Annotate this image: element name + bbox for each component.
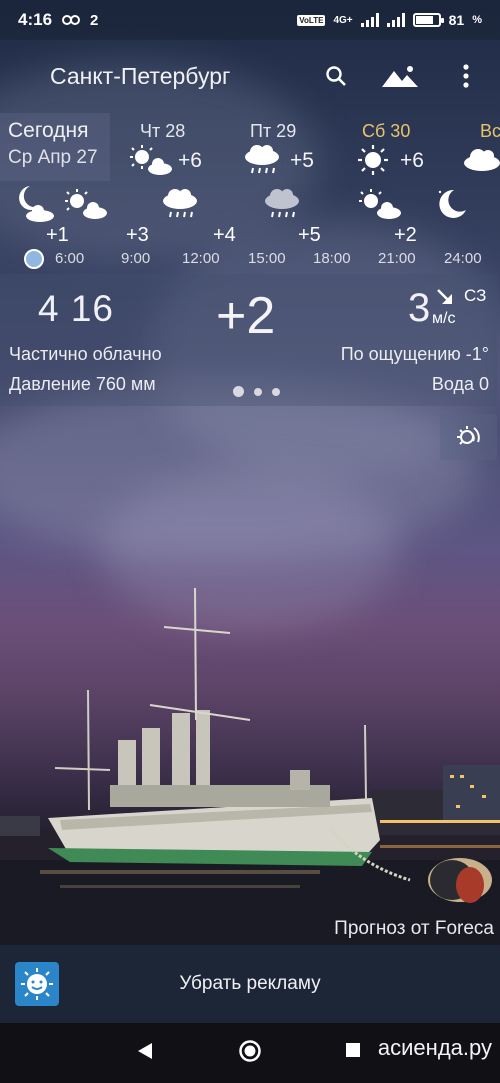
- wind-direction: СЗ: [464, 286, 487, 305]
- day-item[interactable]: Сб 30 +6: [354, 113, 444, 181]
- day-name: Вс: [480, 121, 500, 141]
- search-icon[interactable]: [322, 62, 350, 90]
- current-time: 4 16: [38, 288, 115, 329]
- status-bar: 4:16 2 VoLTE 4G+ 81%: [0, 0, 500, 40]
- rain-icon: [265, 189, 299, 218]
- hour-time: 15:00: [248, 250, 286, 267]
- back-icon[interactable]: [136, 1041, 154, 1061]
- home-icon[interactable]: [238, 1039, 262, 1063]
- partly-cloudy-icon: [65, 189, 107, 219]
- city-name[interactable]: Санкт-Петербург: [50, 63, 230, 90]
- battery-percent: 81: [448, 12, 465, 28]
- battery-icon: [412, 13, 444, 27]
- hour-temp: +1: [46, 224, 69, 246]
- hour-time: 21:00: [378, 250, 416, 267]
- hour-time: 12:00: [182, 250, 220, 267]
- cloud-icon: [464, 149, 500, 171]
- day-temp: +6: [400, 149, 424, 172]
- hour-time: 6:00: [55, 250, 85, 267]
- partly-cloudy-icon: [130, 145, 172, 175]
- wind-arrow-icon: [437, 289, 452, 304]
- day-temp: +6: [178, 149, 202, 172]
- day-temp: +5: [290, 149, 314, 172]
- daily-forecast: Сегодня Ср Апр 27 Чт 28 +6 Пт 29 +5 Сб 3…: [0, 113, 500, 181]
- day-name: Чт 28: [140, 121, 186, 141]
- pressure: Давление 760 мм: [9, 374, 156, 394]
- toolbar: Санкт-Петербург: [0, 48, 500, 104]
- hour-item[interactable]: [410, 186, 490, 222]
- page-indicator: [233, 386, 280, 397]
- volte-badge: VoLTE: [297, 14, 326, 26]
- signal-icon: [360, 13, 379, 27]
- condition-text: Частично облачно: [9, 344, 162, 364]
- hour-time: 9:00: [121, 250, 151, 267]
- cruiser-photo: [0, 587, 500, 945]
- feels-like: По ощущению -1°: [340, 344, 489, 364]
- moon-icon: [438, 189, 466, 218]
- more-menu-icon[interactable]: [452, 62, 480, 90]
- rain-icon: [163, 189, 197, 218]
- sun-icon: [358, 145, 388, 175]
- remove-ads-label: Убрать рекламу: [179, 973, 321, 994]
- current-temp: +2: [216, 287, 276, 345]
- hour-item[interactable]: [46, 186, 126, 222]
- forecast-credit[interactable]: Прогноз от Foreca: [334, 918, 494, 940]
- day-item[interactable]: Чт 28 +6: [128, 113, 218, 181]
- notification-count: 2: [90, 11, 99, 29]
- hour-item[interactable]: [340, 186, 420, 222]
- watermark: асиенда.ру: [377, 1035, 492, 1060]
- day-date: Ср Апр 27: [8, 147, 98, 168]
- clock: 4:16: [18, 10, 53, 29]
- recents-icon[interactable]: [344, 1041, 362, 1059]
- sun-smile-icon: [15, 962, 59, 1006]
- partly-cloudy-icon: [359, 189, 401, 219]
- wind-unit: м/с: [432, 310, 456, 327]
- hour-temp: +5: [298, 224, 321, 246]
- day-item[interactable]: Вс: [462, 113, 500, 181]
- hour-time: 24:00: [444, 250, 482, 267]
- rain-icon: [245, 145, 279, 174]
- hour-item[interactable]: [242, 186, 322, 222]
- wind-speed: 3: [408, 286, 431, 330]
- current-hour-indicator: [24, 249, 44, 269]
- network-type: 4G+: [333, 14, 353, 26]
- hourly-forecast: +1 +3 +4 +5 +2 6:00 9:00 12:00 15:00 18:…: [0, 186, 500, 272]
- hour-time: 18:00: [313, 250, 351, 267]
- hour-temp: +3: [126, 224, 149, 246]
- hourly-values: +1 +3 +4 +5 +2 6:00 9:00 12:00 15:00 18:…: [0, 224, 500, 272]
- radar-button[interactable]: [440, 414, 497, 460]
- hour-temp: +4: [213, 224, 236, 246]
- day-name: Сб 30: [362, 121, 411, 141]
- signal-icon-2: [386, 13, 405, 27]
- hour-item[interactable]: [140, 186, 220, 222]
- remove-ads-bar[interactable]: Убрать рекламу: [0, 945, 500, 1023]
- day-today[interactable]: Сегодня Ср Апр 27: [0, 113, 110, 181]
- radar-icon: [456, 426, 480, 445]
- day-name: Пт 29: [250, 121, 297, 141]
- link-icon: [62, 15, 81, 25]
- current-conditions[interactable]: 4 16 +2 3 СЗ м/с Частично облачно По ощу…: [0, 274, 497, 406]
- landscape-icon[interactable]: [382, 62, 418, 90]
- hour-temp: +2: [394, 224, 417, 246]
- day-item[interactable]: Пт 29 +5: [240, 113, 330, 181]
- day-name: Сегодня: [8, 119, 89, 142]
- water-temp: Вода 0: [431, 374, 489, 394]
